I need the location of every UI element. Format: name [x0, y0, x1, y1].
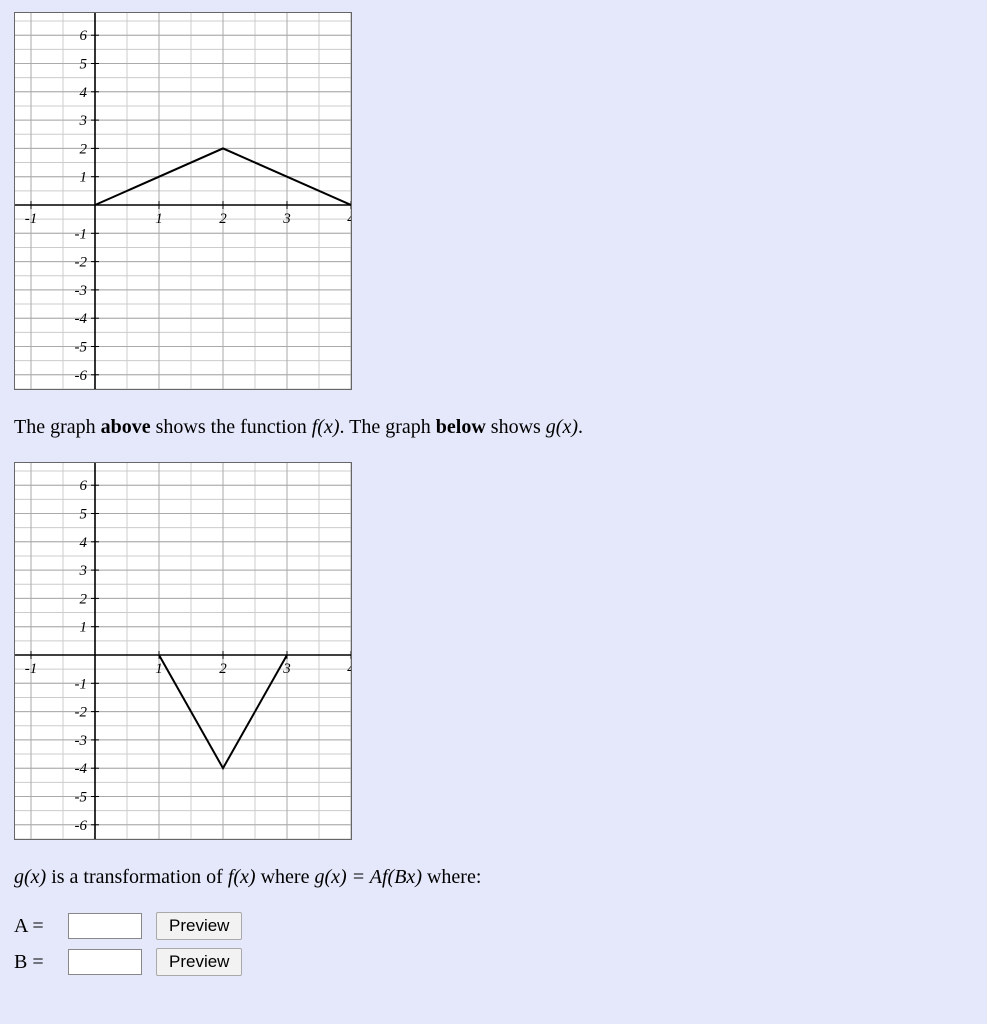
preview-button-A[interactable]: Preview — [156, 912, 242, 940]
svg-text:4: 4 — [80, 85, 88, 101]
label-B: B = — [14, 951, 54, 974]
svg-text:1: 1 — [155, 211, 163, 227]
svg-text:-1: -1 — [25, 211, 38, 227]
graph-g-svg: -1 1 2 3 4 -6 -5 -4 -3 -2 -1 1 2 3 4 5 6 — [14, 462, 352, 840]
svg-text:-4: -4 — [75, 311, 88, 327]
svg-text:-6: -6 — [75, 818, 88, 834]
svg-text:-1: -1 — [75, 226, 88, 242]
svg-text:5: 5 — [80, 507, 88, 523]
svg-text:2: 2 — [219, 661, 227, 677]
preview-button-B[interactable]: Preview — [156, 948, 242, 976]
prose-between: The graph above shows the function f(x).… — [14, 412, 973, 442]
svg-text:4: 4 — [347, 661, 352, 677]
svg-text:-2: -2 — [75, 705, 88, 721]
graph-f-svg: -1 1 2 3 4 -6 -5 -4 -3 -2 -1 1 2 3 4 5 6 — [14, 12, 352, 390]
svg-text:3: 3 — [79, 563, 88, 579]
svg-text:-6: -6 — [75, 368, 88, 384]
svg-text:-1: -1 — [75, 676, 88, 692]
answer-row-B: B = Preview — [14, 948, 973, 976]
graph-g: -1 1 2 3 4 -6 -5 -4 -3 -2 -1 1 2 3 4 5 6 — [14, 462, 973, 846]
svg-text:-5: -5 — [75, 340, 88, 356]
svg-text:4: 4 — [80, 535, 88, 551]
svg-text:4: 4 — [347, 211, 352, 227]
svg-text:-5: -5 — [75, 790, 88, 806]
graph-f: -1 1 2 3 4 -6 -5 -4 -3 -2 -1 1 2 3 4 5 6 — [14, 12, 973, 396]
prose-transformation: g(x) is a transformation of f(x) where g… — [14, 862, 973, 892]
svg-text:-3: -3 — [75, 283, 88, 299]
svg-text:3: 3 — [282, 211, 291, 227]
svg-text:-4: -4 — [75, 761, 88, 777]
svg-text:2: 2 — [80, 141, 88, 157]
svg-text:-1: -1 — [25, 661, 38, 677]
svg-text:1: 1 — [80, 620, 88, 636]
svg-text:5: 5 — [80, 57, 88, 73]
svg-text:-2: -2 — [75, 255, 88, 271]
svg-text:2: 2 — [80, 591, 88, 607]
svg-text:6: 6 — [80, 28, 88, 44]
svg-text:3: 3 — [79, 113, 88, 129]
svg-text:1: 1 — [80, 170, 88, 186]
svg-text:-3: -3 — [75, 733, 88, 749]
svg-text:6: 6 — [80, 478, 88, 494]
svg-text:1: 1 — [155, 661, 163, 677]
label-A: A = — [14, 915, 54, 938]
answer-row-A: A = Preview — [14, 912, 973, 940]
input-B[interactable] — [68, 949, 142, 975]
svg-text:3: 3 — [282, 661, 291, 677]
svg-text:2: 2 — [219, 211, 227, 227]
input-A[interactable] — [68, 913, 142, 939]
